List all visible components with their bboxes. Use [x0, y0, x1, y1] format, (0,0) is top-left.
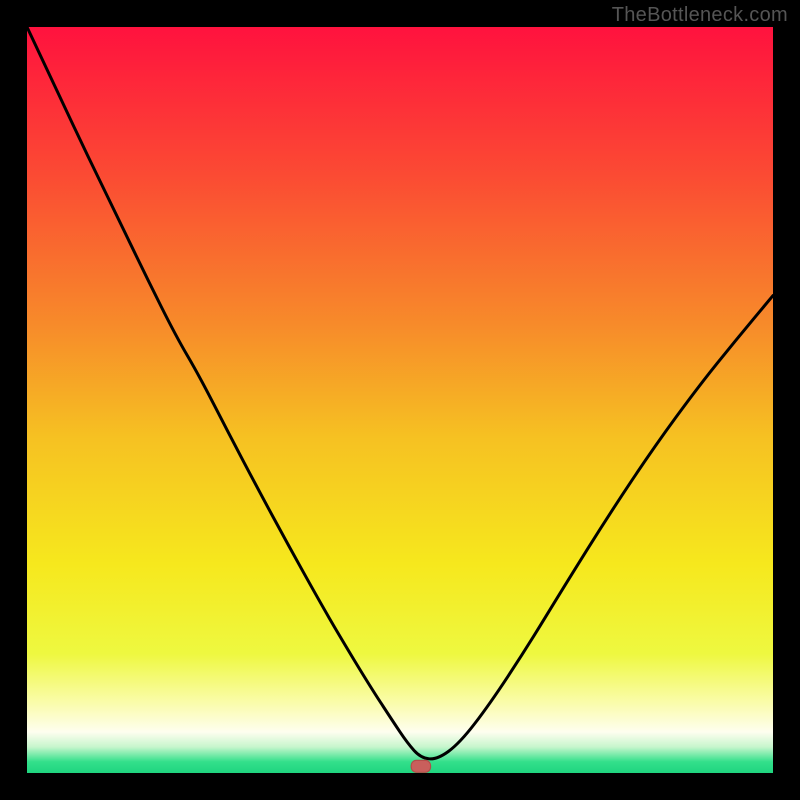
chart-frame: TheBottleneck.com: [0, 0, 800, 800]
plot-area: [27, 27, 773, 773]
chart-svg: [27, 27, 773, 773]
optimum-marker: [411, 760, 430, 772]
watermark-label: TheBottleneck.com: [612, 4, 788, 27]
gradient-background: [27, 27, 773, 773]
